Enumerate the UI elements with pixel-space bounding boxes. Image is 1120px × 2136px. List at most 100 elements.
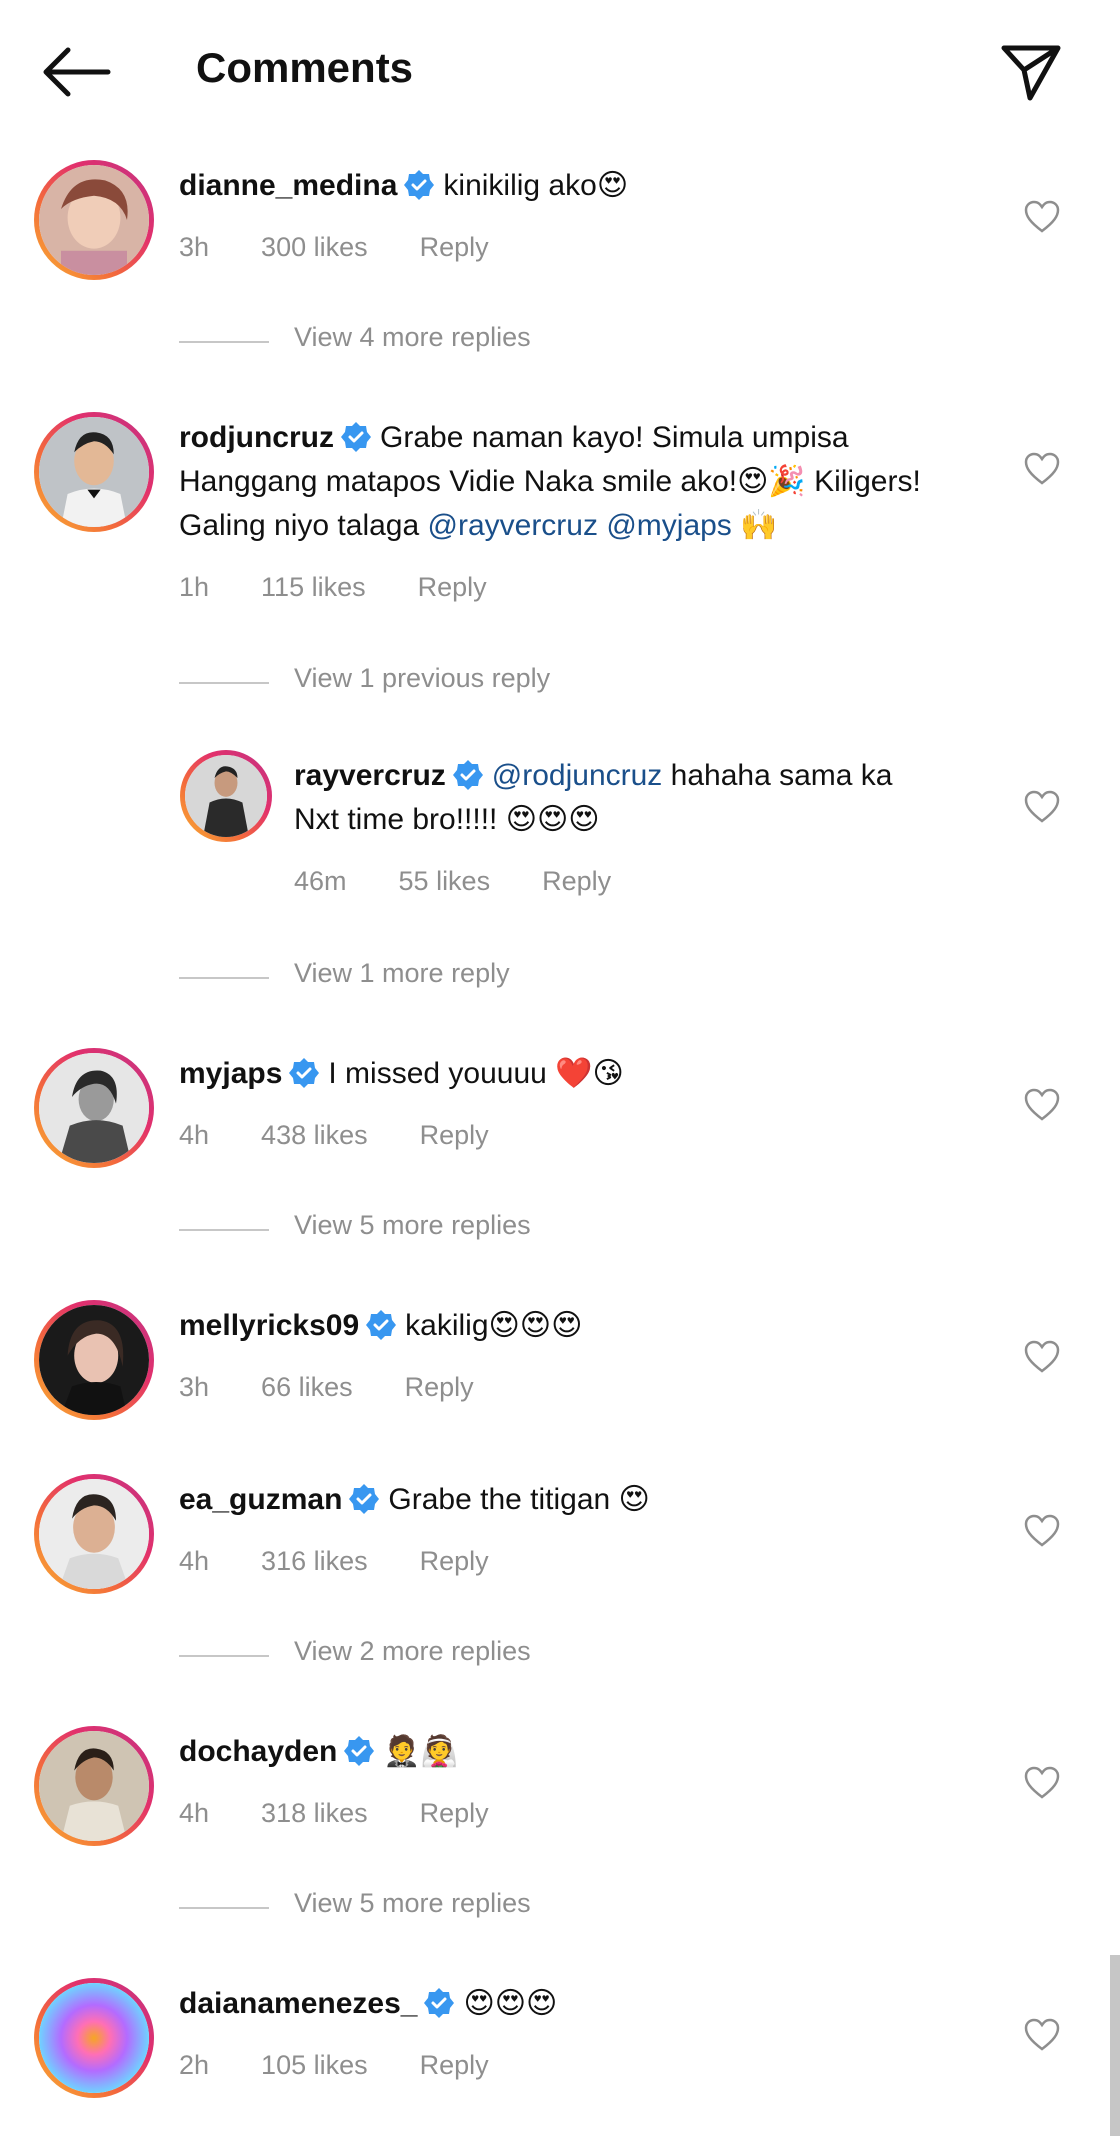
view-more-replies[interactable]: View 5 more replies	[179, 1888, 779, 1928]
avatar[interactable]	[34, 1300, 154, 1420]
mention-link[interactable]: @myjaps	[606, 509, 731, 542]
scrollbar[interactable]	[1110, 1955, 1120, 2136]
view-more-replies[interactable]: View 4 more replies	[179, 322, 779, 362]
view-more-replies[interactable]: View 5 more replies	[179, 1210, 779, 1250]
username[interactable]: dianne_medina	[179, 169, 397, 202]
emoji: ❤️😘	[555, 1056, 624, 1091]
timestamp: 46m	[294, 866, 347, 896]
heart-outline-icon[interactable]	[1024, 2018, 1060, 2052]
username[interactable]: daianamenezes_	[179, 1987, 417, 2020]
back-button[interactable]	[38, 42, 112, 102]
divider	[179, 682, 269, 684]
heart-outline-icon[interactable]	[1024, 200, 1060, 234]
verified-badge-icon	[344, 1736, 375, 1766]
comment-text: Galing niyo talaga	[179, 509, 428, 542]
username[interactable]: ea_guzman	[179, 1483, 342, 1516]
comment-meta: 1h 115 likes Reply	[179, 572, 539, 603]
reply-button[interactable]: Reply	[420, 232, 489, 262]
view-more-label: View 5 more replies	[294, 1888, 531, 1918]
comment-body: dochayden 🤵👰	[179, 1730, 989, 1774]
timestamp: 2h	[179, 2050, 210, 2080]
reply-button[interactable]: Reply	[405, 1372, 474, 1402]
page-title: Comments	[196, 44, 414, 91]
like-count[interactable]: 438 likes	[261, 1120, 368, 1150]
comment-text: Nxt time bro!!!!!	[294, 803, 506, 836]
view-more-label: View 4 more replies	[294, 322, 531, 352]
verified-badge-icon	[366, 1310, 397, 1340]
avatar[interactable]	[34, 1048, 154, 1168]
like-count[interactable]: 318 likes	[261, 1798, 368, 1828]
heart-outline-icon[interactable]	[1024, 1514, 1060, 1548]
avatar[interactable]	[34, 1726, 154, 1846]
reply-button[interactable]: Reply	[420, 1546, 489, 1576]
divider	[179, 1229, 269, 1231]
reply-button[interactable]: Reply	[420, 1120, 489, 1150]
like-count[interactable]: 300 likes	[261, 232, 368, 262]
comment-meta: 4h 316 likes Reply	[179, 1546, 541, 1577]
comment-text: kinikilig ako	[443, 169, 597, 202]
avatar[interactable]	[34, 160, 154, 280]
comment-body: myjaps I missed youuuu ❤️😘	[179, 1052, 989, 1096]
emoji: 😍🎉	[737, 464, 806, 499]
heart-outline-icon[interactable]	[1024, 1088, 1060, 1122]
like-count[interactable]: 115 likes	[261, 572, 366, 602]
heart-outline-icon[interactable]	[1024, 1340, 1060, 1374]
comment-text: Kiligers!	[805, 465, 921, 498]
view-more-replies[interactable]: View 2 more replies	[179, 1636, 779, 1676]
divider	[179, 341, 269, 343]
reply-button[interactable]: Reply	[542, 866, 611, 896]
timestamp: 4h	[179, 1798, 210, 1828]
comment-text: Grabe the titigan	[388, 1483, 619, 1516]
emoji: 😍	[618, 1482, 650, 1517]
comment-body: mellyricks09 kakilig😍😍😍	[179, 1304, 989, 1348]
share-button[interactable]	[998, 38, 1064, 104]
username[interactable]: mellyricks09	[179, 1309, 359, 1342]
timestamp: 1h	[179, 572, 210, 602]
avatar[interactable]	[34, 1978, 154, 2098]
avatar[interactable]	[34, 412, 154, 532]
username[interactable]: dochayden	[179, 1735, 337, 1768]
timestamp: 3h	[179, 1372, 210, 1402]
like-count[interactable]: 316 likes	[261, 1546, 368, 1576]
heart-outline-icon[interactable]	[1024, 1766, 1060, 1800]
comment-body: ea_guzman Grabe the titigan 😍	[179, 1478, 989, 1522]
header-bar: Comments	[0, 0, 1120, 140]
like-count[interactable]: 105 likes	[261, 2050, 368, 2080]
emoji: 😍😍😍	[488, 1308, 583, 1343]
reply-button[interactable]: Reply	[420, 1798, 489, 1828]
emoji: 🙌	[740, 508, 778, 543]
comment-text: kakilig	[405, 1309, 489, 1342]
arrow-left-icon	[43, 47, 111, 97]
heart-outline-icon[interactable]	[1024, 790, 1060, 824]
divider	[179, 1907, 269, 1909]
username[interactable]: myjaps	[179, 1057, 282, 1090]
comment-meta: 4h 438 likes Reply	[179, 1120, 541, 1151]
timestamp: 4h	[179, 1120, 210, 1150]
view-previous-reply[interactable]: View 1 previous reply	[179, 663, 779, 703]
verified-badge-icon	[404, 170, 435, 200]
view-more-replies[interactable]: View 1 more reply	[179, 958, 779, 998]
verified-badge-icon	[452, 760, 483, 790]
heart-outline-icon[interactable]	[1024, 452, 1060, 486]
comment-meta: 2h 105 likes Reply	[179, 2050, 541, 2081]
comment-text: I missed youuuu	[328, 1057, 556, 1090]
avatar[interactable]	[180, 750, 272, 842]
emoji: 😍😍😍	[505, 802, 600, 837]
comment-text: Hanggang matapos Vidie Naka smile ako!	[179, 465, 738, 498]
divider	[179, 1655, 269, 1657]
username[interactable]: rodjuncruz	[179, 421, 334, 454]
verified-badge-icon	[424, 1988, 455, 2018]
comment-text: hahaha sama ka	[662, 759, 893, 792]
like-count[interactable]: 66 likes	[261, 1372, 353, 1402]
verified-badge-icon	[341, 422, 371, 452]
avatar[interactable]	[34, 1474, 154, 1594]
username[interactable]: rayvercruz	[294, 759, 446, 792]
divider	[179, 977, 269, 979]
reply-button[interactable]: Reply	[420, 2050, 489, 2080]
like-count[interactable]: 55 likes	[399, 866, 491, 896]
reply-button[interactable]: Reply	[418, 572, 487, 602]
mention-link[interactable]: @rodjuncruz	[492, 759, 663, 792]
comment-meta: 4h 318 likes Reply	[179, 1798, 541, 1829]
mention-link[interactable]: @rayvercruz	[428, 509, 598, 542]
comment-body: dianne_medina kinikilig ako😍	[179, 164, 989, 208]
